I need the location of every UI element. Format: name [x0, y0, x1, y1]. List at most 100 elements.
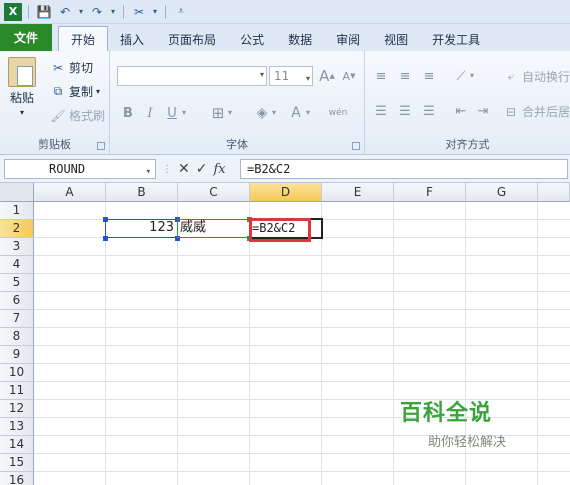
paste-button[interactable]: 粘贴 ▾ — [8, 57, 36, 117]
insert-function-button[interactable]: fx — [213, 162, 225, 177]
merge-center-button[interactable]: ⊟ 合并后居 — [503, 103, 570, 120]
orientation-button[interactable]: ⟋ — [451, 66, 471, 86]
quick-access-toolbar: X 💾 ↶ ▾ ↷ ▾ ✂ ▾ ⩡ — [0, 0, 570, 24]
row-header-8[interactable]: 8 — [0, 328, 34, 346]
dialog-launcher-icon[interactable] — [97, 142, 105, 150]
tab-formulas[interactable]: 公式 — [228, 27, 276, 51]
tab-data[interactable]: 数据 — [276, 27, 324, 51]
clipboard-group: 粘贴 ▾ ✂ 剪切 ⧉ 复制 ▾ 🖌 格式刷 剪贴板 — [0, 51, 110, 155]
gridline — [34, 291, 570, 292]
underline-button[interactable]: U — [162, 103, 182, 123]
row-header-1[interactable]: 1 — [0, 202, 34, 220]
gridline — [177, 202, 178, 485]
align-top-button[interactable]: ≡ — [371, 66, 391, 86]
tab-file[interactable]: 文件 — [0, 24, 53, 51]
cut-button[interactable]: ✂ 剪切 — [50, 59, 93, 76]
cell-b2[interactable]: 123 — [108, 219, 174, 237]
phonetic-icon: wén — [328, 108, 348, 118]
select-all-button[interactable] — [0, 183, 34, 202]
column-header-b[interactable]: B — [106, 183, 178, 202]
redo-icon[interactable]: ↷ — [88, 3, 106, 21]
chevron-down-icon[interactable]: ▾ — [182, 108, 186, 117]
row-header-11[interactable]: 11 — [0, 382, 34, 400]
dialog-launcher-icon[interactable] — [352, 142, 360, 150]
enter-icon[interactable]: ✓ — [196, 161, 208, 177]
chevron-down-icon: ▾ — [145, 167, 151, 177]
save-icon[interactable]: 💾 — [35, 3, 53, 21]
divider — [165, 4, 166, 19]
column-header-e[interactable]: E — [322, 183, 394, 202]
chevron-down-icon[interactable]: ▾ — [306, 108, 310, 117]
align-left-button[interactable]: ☰ — [371, 101, 391, 121]
gridline — [105, 202, 106, 485]
alignment-group-label: 对齐方式 — [445, 138, 490, 151]
chevron-down-icon[interactable]: ▾ — [470, 71, 474, 80]
italic-button[interactable]: I — [140, 103, 160, 123]
increase-indent-button[interactable]: ⇥ — [473, 101, 493, 121]
align-middle-button[interactable]: ≡ — [395, 66, 415, 86]
chevron-down-icon[interactable]: ▾ — [228, 108, 232, 117]
row-header-9[interactable]: 9 — [0, 346, 34, 364]
borders-button[interactable]: ⊞ — [208, 103, 228, 123]
paste-icon — [8, 57, 36, 87]
align-right-button[interactable]: ☰ — [419, 101, 439, 121]
cell-c2[interactable]: 威威 — [180, 219, 246, 237]
font-name-dropdown[interactable]: ▾ — [117, 66, 267, 86]
tab-page-layout[interactable]: 页面布局 — [156, 27, 228, 51]
gridline — [34, 471, 570, 472]
column-header-a[interactable]: A — [34, 183, 106, 202]
column-header-c[interactable]: C — [178, 183, 250, 202]
row-header-3[interactable]: 3 — [0, 238, 34, 256]
scissors-icon: ✂ — [52, 60, 64, 75]
chevron-down-icon: ▾ — [305, 74, 310, 83]
tab-view[interactable]: 视图 — [372, 27, 420, 51]
chevron-down-icon[interactable]: ▾ — [151, 3, 159, 21]
decrease-indent-button[interactable]: ⇤ — [451, 101, 471, 121]
bold-button[interactable]: B — [118, 103, 138, 123]
row-header-14[interactable]: 14 — [0, 436, 34, 454]
row-header-4[interactable]: 4 — [0, 256, 34, 274]
column-header-h[interactable] — [538, 183, 570, 202]
customize-qat-icon[interactable]: ⩡ — [172, 3, 190, 21]
chevron-down-icon[interactable]: ▾ — [77, 3, 85, 21]
fill-color-button[interactable]: ◈ — [252, 103, 272, 123]
row-header-13[interactable]: 13 — [0, 418, 34, 436]
row-header-15[interactable]: 15 — [0, 454, 34, 472]
formula-bar: ROUND ▾ ⋮ ✕ ✓ fx =B2&C2 — [0, 155, 570, 183]
formula-input[interactable]: =B2&C2 — [240, 159, 568, 179]
tab-insert[interactable]: 插入 — [108, 27, 156, 51]
column-header-d[interactable]: D — [250, 183, 322, 202]
row-header-7[interactable]: 7 — [0, 310, 34, 328]
row-header-6[interactable]: 6 — [0, 292, 34, 310]
name-box[interactable]: ROUND ▾ — [4, 159, 156, 179]
align-bottom-button[interactable]: ≡ — [419, 66, 439, 86]
chevron-down-icon[interactable]: ▾ — [109, 3, 117, 21]
column-header-f[interactable]: F — [394, 183, 466, 202]
phonetic-button[interactable]: wén — [326, 103, 350, 123]
paste-label: 粘贴 — [9, 91, 34, 105]
column-header-g[interactable]: G — [466, 183, 538, 202]
merge-center-label: 合并后居 — [522, 105, 570, 119]
format-painter-button[interactable]: 🖌 格式刷 — [50, 107, 105, 124]
copy-button[interactable]: ⧉ 复制 ▾ — [50, 83, 100, 100]
chevron-down-icon[interactable]: ▾ — [272, 108, 276, 117]
row-header-16[interactable]: 16 — [0, 472, 34, 485]
gridline — [34, 255, 570, 256]
tab-home[interactable]: 开始 — [58, 26, 109, 51]
cancel-icon[interactable]: ✕ — [178, 161, 190, 177]
row-header-10[interactable]: 10 — [0, 364, 34, 382]
grow-font-button[interactable]: A ▲ — [317, 66, 337, 86]
shrink-font-button[interactable]: A ▼ — [339, 66, 359, 86]
wrap-text-button[interactable]: ⤶ 自动换行 — [503, 68, 570, 85]
tools-icon[interactable]: ✂ — [130, 3, 148, 21]
font-color-button[interactable]: A — [286, 103, 306, 123]
tab-developer[interactable]: 开发工具 — [420, 27, 492, 51]
italic-icon: I — [147, 105, 153, 121]
align-center-button[interactable]: ☰ — [395, 101, 415, 121]
row-header-5[interactable]: 5 — [0, 274, 34, 292]
row-header-2[interactable]: 2 — [0, 220, 34, 238]
font-size-dropdown[interactable]: 11 ▾ — [269, 66, 313, 86]
row-header-12[interactable]: 12 — [0, 400, 34, 418]
undo-icon[interactable]: ↶ — [56, 3, 74, 21]
tab-review[interactable]: 审阅 — [324, 27, 372, 51]
